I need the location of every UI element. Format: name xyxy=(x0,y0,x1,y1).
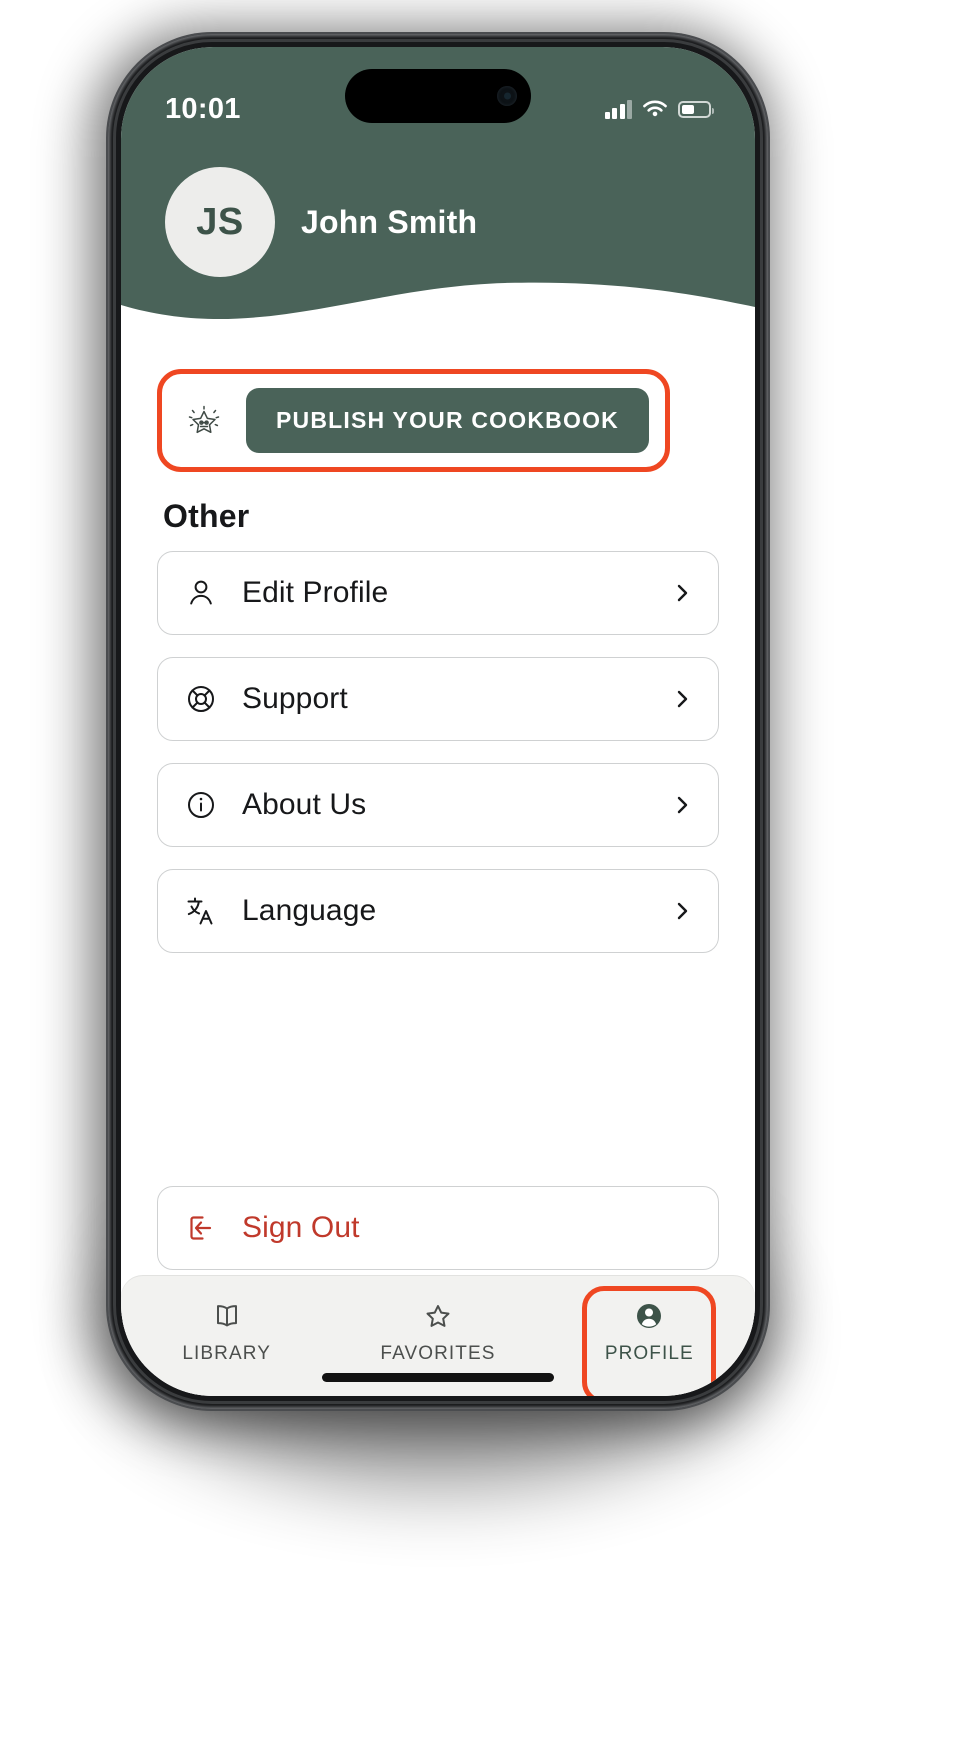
book-icon xyxy=(216,1305,237,1327)
profile-body: PUBLISH YOUR COOKBOOK Other Edit Profile xyxy=(121,347,755,1396)
chevron-right-icon xyxy=(677,690,688,708)
star-icon xyxy=(426,1305,450,1327)
lifebuoy-icon xyxy=(182,680,220,718)
section-title-other: Other xyxy=(163,498,250,534)
sign-out-label: Sign Out xyxy=(242,1211,360,1244)
header-wave-divider xyxy=(121,282,755,349)
info-circle-icon xyxy=(182,786,220,824)
chevron-right-icon xyxy=(677,584,688,602)
tab-label: LIBRARY xyxy=(182,1343,271,1364)
status-clock: 10:01 xyxy=(165,92,241,125)
publish-cookbook-button[interactable]: PUBLISH YOUR COOKBOOK xyxy=(246,388,649,453)
menu-item-label: About Us xyxy=(242,788,367,821)
phone-screen: 10:01 JS John Smith PUBLISH YOUR COOKBOO… xyxy=(121,47,755,1396)
menu-item-label: Support xyxy=(242,682,348,715)
tab-favorites[interactable]: FAVORITES xyxy=(332,1292,543,1371)
translate-icon xyxy=(182,892,220,930)
wifi-icon xyxy=(643,100,667,116)
profile-filled-icon xyxy=(637,1304,662,1328)
home-indicator[interactable] xyxy=(322,1373,554,1382)
menu-item-language[interactable]: Language xyxy=(157,869,719,953)
menu-item-edit-profile[interactable]: Edit Profile xyxy=(157,551,719,635)
menu-item-support[interactable]: Support xyxy=(157,657,719,741)
menu-item-about-us[interactable]: About Us xyxy=(157,763,719,847)
cellular-signal-icon xyxy=(604,99,632,119)
settings-menu-list: Edit Profile Support About Us Language xyxy=(157,551,719,953)
tab-label: PROFILE xyxy=(604,1343,694,1364)
phone-device-frame: 10:01 JS John Smith PUBLISH YOUR COOKBOO… xyxy=(108,34,768,1409)
tab-label: FAVORITES xyxy=(380,1343,496,1364)
profile-summary: JS John Smith xyxy=(165,167,477,277)
status-indicators xyxy=(604,99,714,119)
user-name: John Smith xyxy=(301,203,478,240)
chevron-right-icon xyxy=(677,796,688,814)
publish-cookbook-highlight: PUBLISH YOUR COOKBOOK xyxy=(157,369,670,472)
chevron-right-icon xyxy=(677,902,688,920)
tab-profile[interactable]: PROFILE xyxy=(544,1292,755,1371)
user-icon xyxy=(182,574,220,612)
sign-out-button[interactable]: Sign Out xyxy=(157,1186,719,1270)
battery-icon xyxy=(678,100,714,118)
avatar: JS xyxy=(165,167,275,277)
star-badge-icon xyxy=(178,395,230,447)
logout-icon xyxy=(182,1209,220,1247)
menu-item-label: Edit Profile xyxy=(242,576,389,609)
tab-library[interactable]: LIBRARY xyxy=(121,1292,332,1371)
menu-item-label: Language xyxy=(242,894,377,927)
dynamic-island xyxy=(345,69,531,123)
